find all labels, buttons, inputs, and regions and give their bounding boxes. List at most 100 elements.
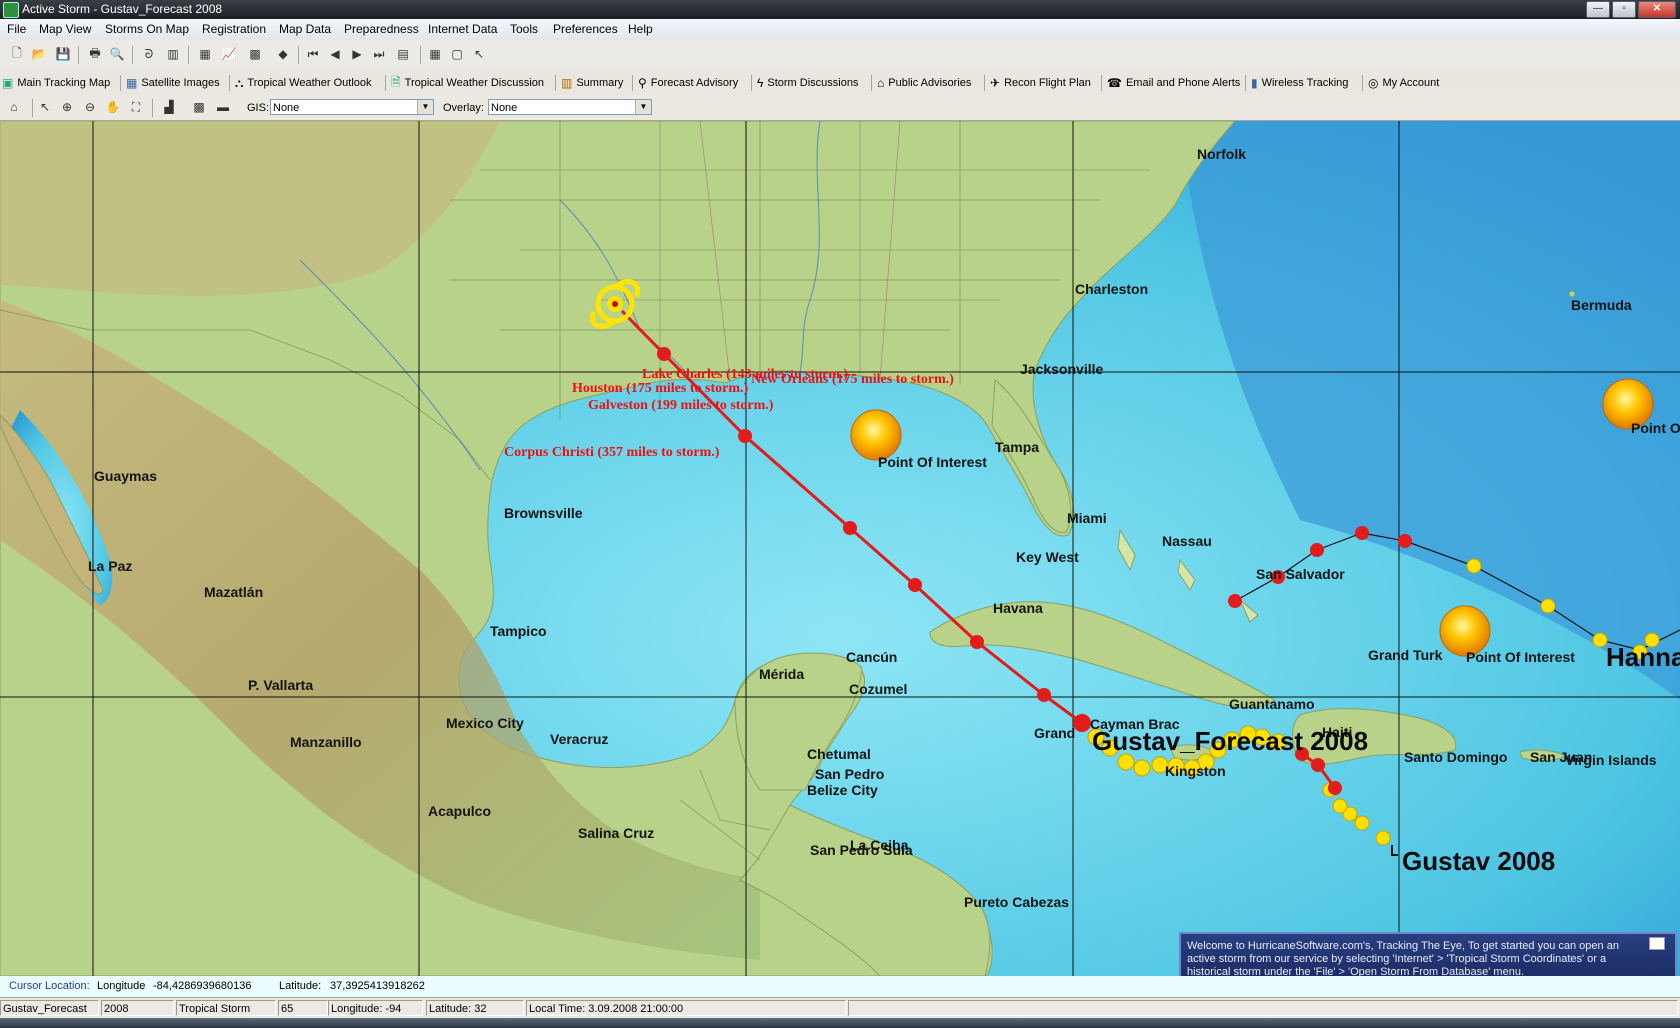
film-icon[interactable]: ▤ — [394, 45, 412, 63]
poi-label: Point Of Interest — [878, 454, 987, 470]
maximize-button[interactable]: ▫ — [1612, 1, 1636, 18]
welcome-close-button[interactable] — [1649, 937, 1665, 950]
nav-label: Recon Flight Plan — [1004, 77, 1091, 89]
nav-separator — [1245, 75, 1246, 91]
gis-select[interactable]: None ▼ — [270, 99, 434, 115]
new-icon[interactable]: 🗋 — [8, 45, 26, 63]
city-label: Salina Cruz — [578, 825, 654, 841]
toolbar-separator — [132, 46, 133, 64]
zoom-in-icon[interactable]: ⊕ — [58, 98, 76, 116]
status-wind: 65 — [278, 1000, 328, 1016]
app-icon — [3, 2, 19, 18]
city-label: Tampa — [995, 439, 1039, 455]
city-label: P. Vallarta — [248, 677, 313, 693]
menu-file[interactable]: File — [7, 22, 26, 36]
city-label: Brownsville — [504, 505, 583, 521]
city-label: La Paz — [88, 558, 132, 574]
distance-label: Corpus Christi (357 miles to storm.) — [504, 445, 720, 460]
nav-label: My Account — [1382, 77, 1440, 89]
menu-bar: File Map View Storms On Map Registration… — [0, 19, 1680, 41]
city-label: Mérida — [759, 666, 804, 682]
status-empty-panel — [848, 1000, 1678, 1016]
nav-forecast-advisory[interactable]: ⚲ Forecast Advisory — [638, 76, 738, 90]
city-label: Grand — [1034, 725, 1075, 741]
menu-preferences[interactable]: Preferences — [553, 22, 618, 36]
play-icon[interactable]: ▶ — [348, 45, 366, 63]
nav-public-advisories[interactable]: ⌂ Public Advisories — [877, 76, 971, 90]
last-icon[interactable]: ⏭ — [370, 45, 388, 63]
blank-page-icon[interactable]: ▢ — [448, 45, 466, 63]
chevron-down-icon[interactable]: ▼ — [417, 100, 433, 114]
storm-name-gustav-forecast: Gustav_Forecast 2008 — [1092, 726, 1368, 756]
distance-label: Houston (175 miles to storm.) — [572, 381, 748, 396]
full-extent-icon[interactable]: ⛶ — [127, 98, 145, 116]
menu-help[interactable]: Help — [628, 22, 653, 36]
gis-select-value: None — [273, 102, 300, 114]
home-icon[interactable]: ⌂ — [5, 98, 23, 116]
chevron-down-icon[interactable]: ▼ — [635, 100, 651, 114]
toolbar-separator — [188, 46, 189, 64]
city-label: Havana — [993, 600, 1043, 616]
menu-map-view[interactable]: Map View — [39, 22, 91, 36]
nav-satellite-images[interactable]: ▦ Satellite Images — [126, 76, 220, 90]
nav-label: Storm Discussions — [767, 77, 859, 89]
legend-icon[interactable]: ▬ — [214, 98, 232, 116]
save-icon[interactable]: 💾 — [54, 45, 72, 63]
overlay-select[interactable]: None ▼ — [488, 99, 652, 115]
nav-my-account[interactable]: ◎ My Account — [1368, 76, 1439, 90]
map-canvas[interactable]: Point Of Interest Point Of Interest Poin… — [0, 121, 1680, 976]
book-icon[interactable]: ◆ — [274, 45, 292, 63]
layer-chart-icon[interactable]: ▟ — [160, 98, 178, 116]
map-tool-icon[interactable]: ▩ — [246, 45, 264, 63]
grid-tool-icon[interactable]: ▦ — [196, 45, 214, 63]
tracking-map[interactable]: Point Of Interest Point Of Interest Poin… — [0, 121, 1680, 976]
airplane-icon: ✈ — [990, 76, 1001, 90]
city-label: Manzanillo — [290, 734, 362, 750]
nav-main-tracking-map[interactable]: ▣ Main Tracking Map — [2, 76, 110, 90]
toolbar-separator — [420, 46, 421, 64]
select-pointer-icon[interactable]: ↖ — [36, 98, 54, 116]
grid-icon[interactable]: ▦ — [426, 45, 444, 63]
nav-separator — [1101, 75, 1102, 91]
distance-label: New Orleans (175 miles to storm.) — [751, 372, 954, 387]
close-button[interactable]: ✕ — [1638, 1, 1676, 18]
menu-map-data[interactable]: Map Data — [279, 22, 331, 36]
previous-icon[interactable]: ◀ — [326, 45, 344, 63]
city-label: Jacksonville — [1020, 361, 1103, 377]
print-icon[interactable]: 🖶 — [86, 45, 104, 63]
account-icon: ◎ — [1368, 76, 1379, 90]
open-icon[interactable]: 📂 — [30, 45, 48, 63]
menu-preparedness[interactable]: Preparedness — [344, 22, 419, 36]
first-icon[interactable]: ⏮ — [304, 45, 322, 63]
nav-email-and-phone-alerts[interactable]: ☎ Email and Phone Alerts — [1107, 76, 1240, 90]
menu-internet-data[interactable]: Internet Data — [428, 22, 497, 36]
nav-wireless-tracking[interactable]: ▮ Wireless Tracking — [1251, 76, 1348, 90]
pointer-icon[interactable]: ↖ — [470, 45, 488, 63]
nav-separator — [632, 75, 633, 91]
menu-registration[interactable]: Registration — [202, 22, 266, 36]
city-label: Cancún — [846, 649, 897, 665]
lightning-icon: ϟ — [757, 76, 764, 90]
bar-chart-icon[interactable]: ▥ — [164, 45, 182, 63]
zoom-out-icon[interactable]: ⊖ — [81, 98, 99, 116]
layer-map-icon[interactable]: ▩ — [190, 98, 208, 116]
nav-tropical-weather-outlook[interactable]: ⛬ Tropical Weather Outlook — [235, 76, 372, 90]
chart-icon: ▥ — [561, 76, 573, 90]
poi-label: Point Of Interest — [1631, 420, 1680, 436]
nav-summary[interactable]: ▥ Summary — [561, 76, 623, 90]
pan-hand-icon[interactable]: ✋ — [104, 98, 122, 116]
nav-storm-discussions[interactable]: ϟ Storm Discussions — [757, 76, 858, 90]
nav-recon-flight-plan[interactable]: ✈ Recon Flight Plan — [990, 76, 1091, 90]
print-preview-icon[interactable]: 🔍 — [108, 45, 126, 63]
nav-tropical-weather-discussion[interactable]: 🗎 Tropical Weather Discussion — [391, 75, 544, 90]
poi-sun-icon — [850, 409, 902, 461]
city-label: Pureto Cabezas — [964, 894, 1069, 910]
minimize-button[interactable]: — — [1586, 1, 1610, 18]
line-chart-icon[interactable]: 📈 — [220, 45, 238, 63]
nav-separator — [1362, 75, 1363, 91]
storm-name-gustav: Gustav 2008 — [1402, 846, 1555, 876]
nav-label: Email and Phone Alerts — [1125, 77, 1241, 89]
hurricane-icon[interactable]: ᘐ — [140, 45, 158, 63]
menu-tools[interactable]: Tools — [510, 22, 538, 36]
menu-storms-on-map[interactable]: Storms On Map — [105, 22, 189, 36]
